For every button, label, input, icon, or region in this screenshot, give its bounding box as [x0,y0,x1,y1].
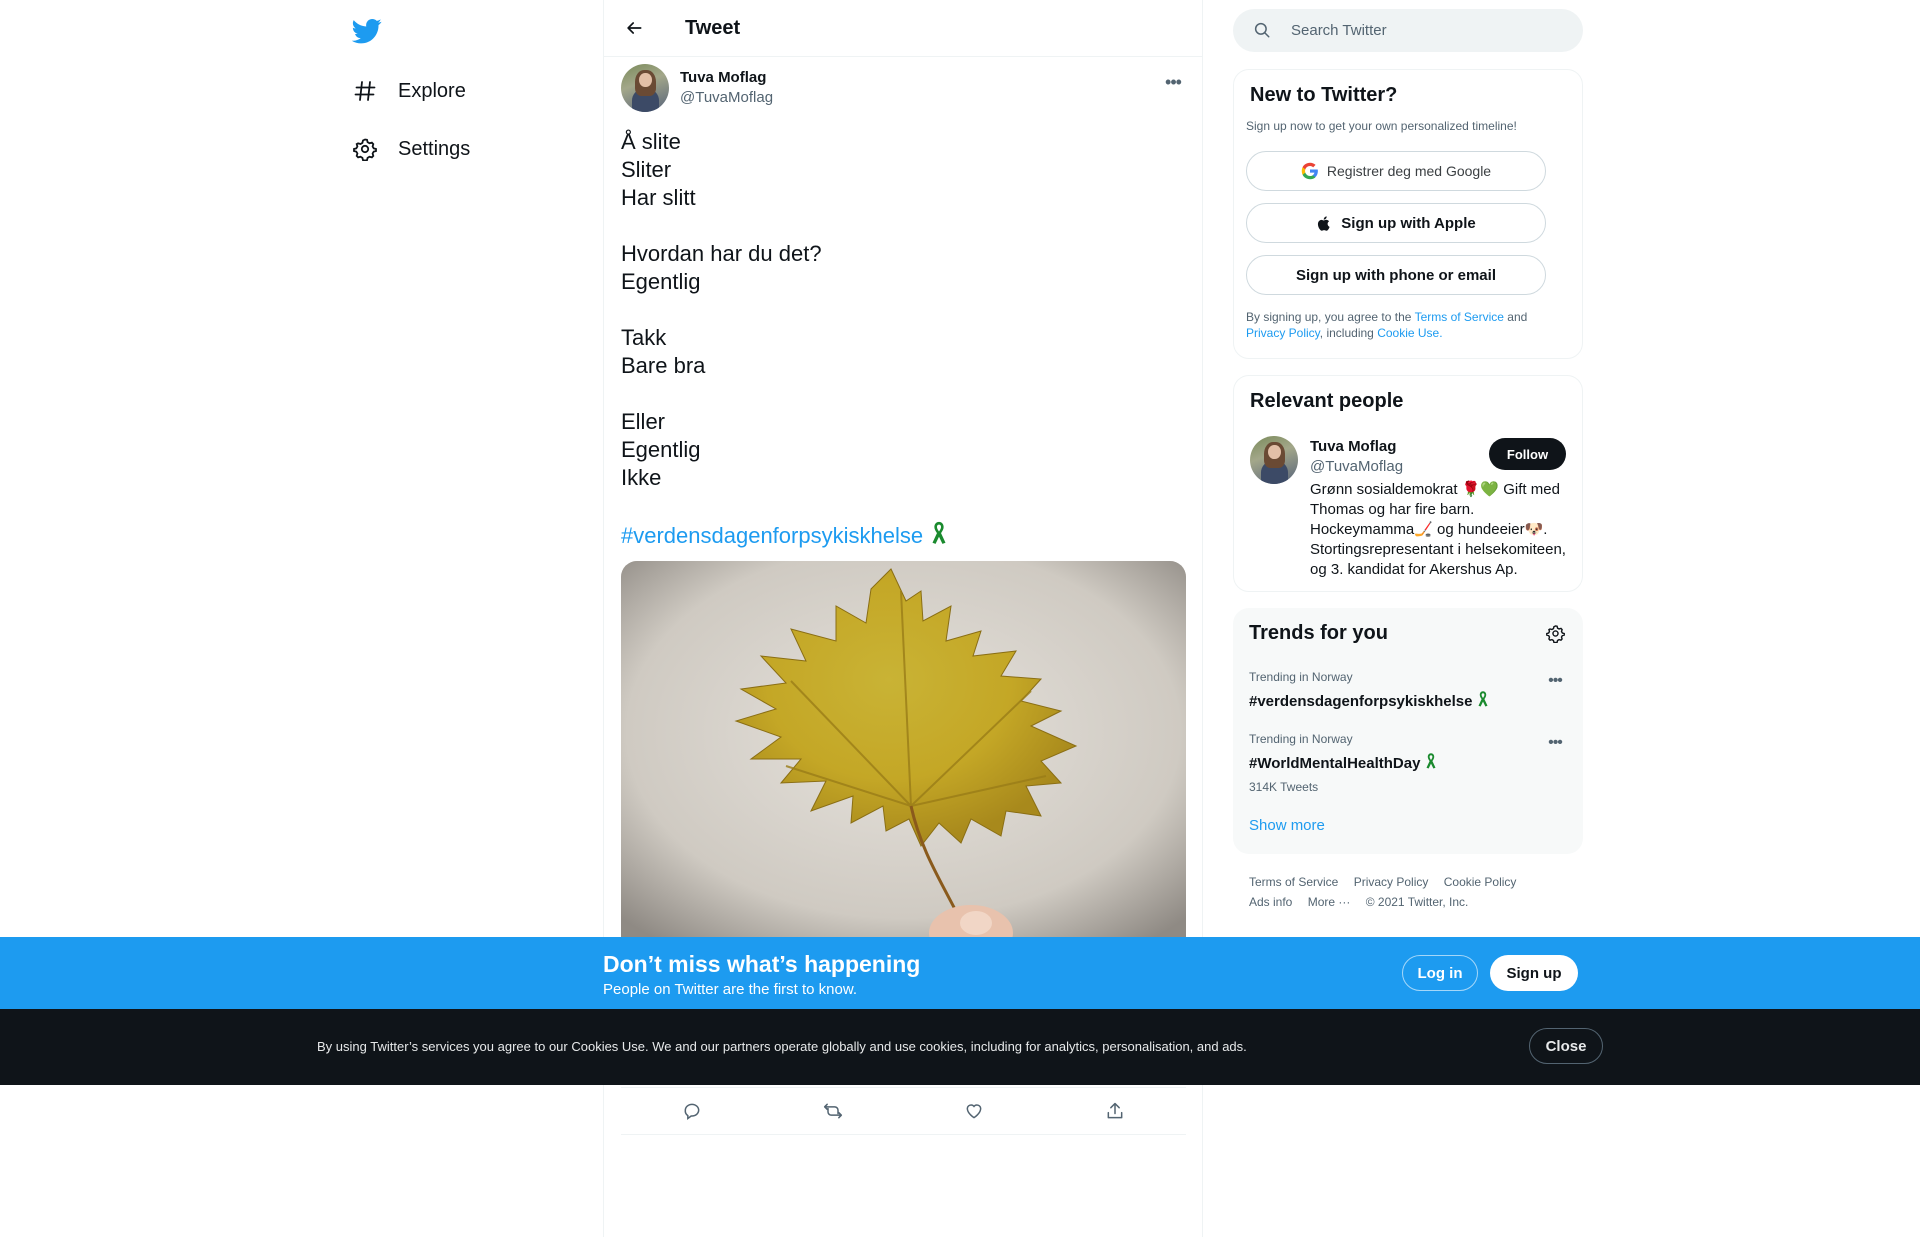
author-handle[interactable]: @TuvaMoflag [680,89,773,106]
more-options-icon[interactable]: ••• [1543,733,1567,753]
cookie-use-link[interactable]: Cookie Use. [1377,326,1442,340]
promo-title: Don’t miss what’s happening [603,951,921,977]
legal-text: , including [1319,326,1374,340]
tweet-photo[interactable] [621,561,1186,941]
legal-notice: By signing up, you agree to the Terms of… [1246,309,1566,341]
tweet-text-line: Ikke [621,465,662,490]
nav-item-explore[interactable]: Explore [352,71,466,111]
cookie-text: By using Twitter’s services you agree to… [317,1039,1247,1054]
legal-text: and [1507,310,1528,324]
avatar[interactable] [1250,436,1298,484]
search-input[interactable] [1291,22,1551,39]
green-ribbon-icon [1476,690,1490,712]
trend-context: Trending in Norway [1249,732,1353,746]
nav-item-label: Explore [398,79,466,102]
login-button[interactable]: Log in [1402,955,1478,991]
trend-item[interactable]: Trending in Norway #verdensdagenforpsyki… [1249,670,1569,712]
tweet-text-line: Egentlig [621,269,701,294]
green-ribbon-icon [1424,752,1438,774]
card-subtitle: Sign up now to get your own personalized… [1246,119,1517,133]
footer-more-link[interactable]: More ··· [1308,892,1351,912]
trend-tag: #WorldMentalHealthDay [1249,752,1569,774]
terms-link[interactable]: Terms of Service [1415,310,1504,324]
tweet-text-line: Hvordan har du det? [621,241,822,266]
trend-tag: #verdensdagenforpsykiskhelse [1249,690,1569,712]
tweet-text: Å slite Sliter Har slitt Hvordan har du det… [621,128,1191,492]
legal-text: By signing up, you agree to the [1246,310,1412,324]
privacy-link[interactable]: Privacy Policy [1246,326,1320,340]
google-signup-label: Registrer deg med Google [1326,163,1492,179]
footer-ads-link[interactable]: Ads info [1249,892,1292,912]
tweet-text-line: Har slitt [621,185,696,210]
back-arrow-icon[interactable] [616,10,652,46]
trend-context: Trending in Norway [1249,670,1353,684]
trend-tag-text: #verdensdagenforpsykiskhelse [1249,692,1473,710]
reply-icon[interactable] [674,1093,710,1129]
more-options-icon[interactable]: ••• [1543,671,1567,691]
promo-subtitle: People on Twitter are the first to know. [603,981,858,998]
hashtag-text: #verdensdagenforpsykiskhelse [621,523,924,548]
footer-links: Terms of Service Privacy Policy Cookie P… [1249,872,1569,912]
page-title: Tweet [685,16,741,39]
card-title: Trends for you [1249,622,1388,644]
footer-terms-link[interactable]: Terms of Service [1249,872,1338,892]
tweet-text-line: Å slite [621,129,681,154]
google-icon [1301,162,1319,180]
gear-icon [352,136,378,162]
trend-count: 314K Tweets [1249,780,1319,794]
tweet-text-line: Bare bra [621,353,706,378]
apple-icon [1316,215,1333,232]
tweet-text-line [621,380,1191,408]
apple-signup-label: Sign up with Apple [1341,214,1476,232]
apple-signup-button[interactable]: Sign up with Apple [1246,203,1546,243]
show-more-link[interactable]: Show more [1249,817,1325,834]
footer-privacy-link[interactable]: Privacy Policy [1354,872,1429,892]
new-to-twitter-card: New to Twitter? Sign up now to get your … [1233,69,1583,359]
signup-button[interactable]: Sign up [1490,955,1578,991]
cookie-close-button[interactable]: Close [1529,1028,1603,1064]
person-name[interactable]: Tuva Moflag [1310,438,1396,455]
cookie-banner: By using Twitter’s services you agree to… [0,1009,1920,1085]
tweet-hashtag-link[interactable]: #verdensdagenforpsykiskhelse [621,520,949,552]
settings-gear-icon[interactable] [1543,621,1567,645]
search-box[interactable] [1233,9,1583,52]
tweet-text-line [621,212,1191,240]
google-signup-button[interactable]: Registrer deg med Google [1246,151,1546,191]
like-icon[interactable] [956,1093,992,1129]
phone-signup-label: Sign up with phone or email [1295,266,1496,284]
green-ribbon-icon [929,520,949,552]
share-icon[interactable] [1097,1093,1133,1129]
photo-leaf [621,561,1186,941]
avatar[interactable] [621,64,669,112]
author-name[interactable]: Tuva Moflag [680,69,766,86]
trends-card: Trends for you Trending in Norway #verde… [1233,608,1583,854]
tweet-header: Tuva Moflag @TuvaMoflag ••• [604,57,1202,123]
nav-item-settings[interactable]: Settings [352,129,470,169]
login-promo-bar: Don’t miss what’s happening People on Tw… [0,937,1920,1009]
follow-button[interactable]: Follow [1489,438,1566,470]
tweet-actions [621,1087,1186,1135]
card-title: Relevant people [1250,390,1404,412]
nav-item-label: Settings [398,137,471,160]
copyright: © 2021 Twitter, Inc. [1365,895,1469,909]
trend-item[interactable]: Trending in Norway #WorldMentalHealthDay… [1249,732,1569,794]
more-options-icon[interactable]: ••• [1156,65,1190,99]
tweet-text-line: Takk [621,325,667,350]
tweet-text-line [621,296,1191,324]
twitter-logo-icon[interactable] [351,16,384,48]
tweet-text-line: Sliter [621,157,672,182]
tweet-text-line: Egentlig [621,437,701,462]
search-icon [1253,21,1273,41]
footer-cookie-link[interactable]: Cookie Policy [1444,872,1517,892]
card-title: New to Twitter? [1250,84,1398,106]
retweet-icon[interactable] [815,1093,851,1129]
tweet-text-line: Eller [621,409,666,434]
main-header: Tweet [604,0,1202,57]
trend-tag-text: #WorldMentalHealthDay [1249,754,1421,772]
relevant-people-card: Relevant people Tuva Moflag @TuvaMoflag … [1233,375,1583,592]
person-bio: Grønn sosialdemokrat 🌹💚 Gift med Thomas … [1310,481,1566,578]
phone-email-signup-button[interactable]: Sign up with phone or email [1246,255,1546,295]
hashtag-icon [352,78,378,104]
person-handle[interactable]: @TuvaMoflag [1310,458,1403,475]
